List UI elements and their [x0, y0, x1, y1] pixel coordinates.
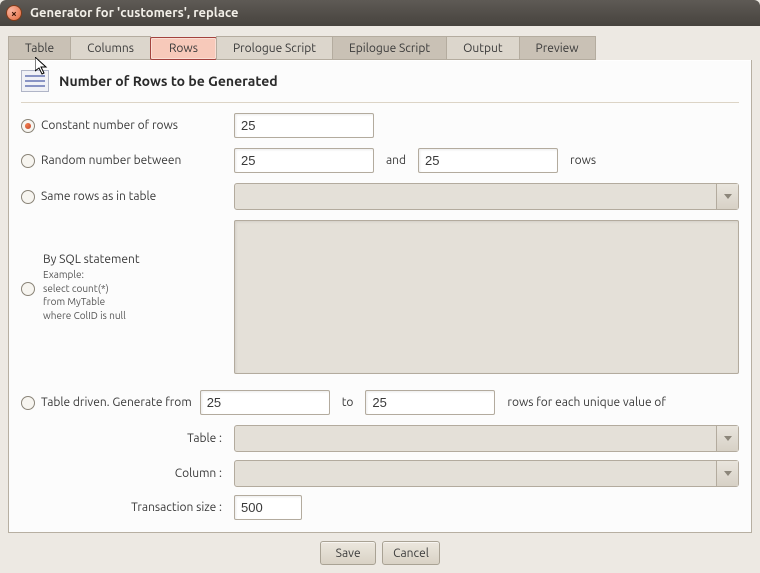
tabledriven-to-word: to — [338, 396, 358, 409]
table-select[interactable] — [234, 425, 739, 452]
tabledriven-to-input[interactable] — [365, 390, 495, 415]
radio-random-label: Random number between — [41, 154, 181, 167]
tab-preview[interactable]: Preview — [519, 36, 596, 60]
panel-rows: Number of Rows to be Generated Constant … — [8, 60, 752, 533]
radio-constant-label: Constant number of rows — [41, 119, 178, 132]
tab-table[interactable]: Table — [8, 36, 71, 60]
table-label: Table : — [21, 432, 226, 445]
cancel-button[interactable]: Cancel — [382, 541, 440, 565]
row-constant: Constant number of rows — [21, 113, 739, 138]
radio-same-table[interactable]: Same rows as in table — [21, 190, 226, 204]
window-body: Table Columns Rows Prologue Script Epilo… — [0, 26, 760, 573]
tab-prologue[interactable]: Prologue Script — [216, 36, 333, 60]
random-suffix: rows — [566, 154, 600, 167]
footer: Save Cancel — [8, 533, 752, 565]
constant-value-input[interactable] — [234, 113, 374, 138]
chevron-down-icon — [716, 426, 738, 451]
save-button[interactable]: Save — [320, 541, 376, 565]
section-header: Number of Rows to be Generated — [21, 70, 739, 103]
radio-random[interactable]: Random number between — [21, 154, 226, 168]
column-select[interactable] — [234, 460, 739, 487]
column-label: Column : — [21, 467, 226, 480]
row-transaction-size: Transaction size : — [21, 495, 739, 520]
chevron-down-icon — [716, 184, 738, 209]
tabledriven-suffix: rows for each unique value of — [503, 396, 670, 409]
sql-example-label: Example: — [43, 268, 226, 282]
tab-columns[interactable]: Columns — [70, 36, 151, 60]
radio-constant[interactable]: Constant number of rows — [21, 119, 226, 133]
section-title: Number of Rows to be Generated — [59, 73, 278, 89]
random-and-text: and — [382, 154, 410, 167]
tab-output[interactable]: Output — [446, 36, 519, 60]
sql-textarea[interactable] — [234, 220, 739, 374]
radio-table-driven-label: Table driven. Generate from — [41, 396, 192, 409]
rows-icon — [21, 70, 49, 92]
sql-line2: from MyTable — [43, 295, 226, 309]
row-same-table: Same rows as in table — [21, 183, 739, 210]
close-icon[interactable]: × — [6, 5, 22, 21]
row-random: Random number between and rows — [21, 148, 739, 173]
chevron-down-icon — [716, 461, 738, 486]
transaction-size-input[interactable] — [234, 495, 302, 520]
same-table-select[interactable] — [234, 183, 739, 210]
radio-icon — [21, 119, 35, 133]
radio-same-table-label: Same rows as in table — [41, 190, 156, 203]
sql-block: By SQL statement Example: select count(*… — [21, 252, 226, 322]
sql-line3: where ColID is null — [43, 309, 226, 323]
radio-icon — [21, 396, 35, 410]
tabledriven-from-input[interactable] — [200, 390, 330, 415]
sql-line1: select count(*) — [43, 282, 226, 296]
titlebar: × Generator for 'customers', replace — [0, 0, 760, 26]
row-sql: By SQL statement Example: select count(*… — [21, 220, 739, 374]
transaction-size-label: Transaction size : — [21, 501, 226, 514]
radio-icon — [21, 190, 35, 204]
tab-epilogue[interactable]: Epilogue Script — [332, 36, 447, 60]
row-column-select: Column : — [21, 460, 739, 487]
random-to-input[interactable] — [418, 148, 558, 173]
radio-icon — [21, 154, 35, 168]
sql-title: By SQL statement — [43, 252, 226, 268]
radio-table-driven[interactable]: Table driven. Generate from — [21, 396, 192, 410]
row-table-driven: Table driven. Generate from to rows for … — [21, 390, 739, 415]
row-table-select: Table : — [21, 425, 739, 452]
random-from-input[interactable] — [234, 148, 374, 173]
tabbar: Table Columns Rows Prologue Script Epilo… — [8, 32, 752, 60]
tab-rows[interactable]: Rows — [150, 37, 217, 60]
window-title: Generator for 'customers', replace — [30, 6, 239, 20]
